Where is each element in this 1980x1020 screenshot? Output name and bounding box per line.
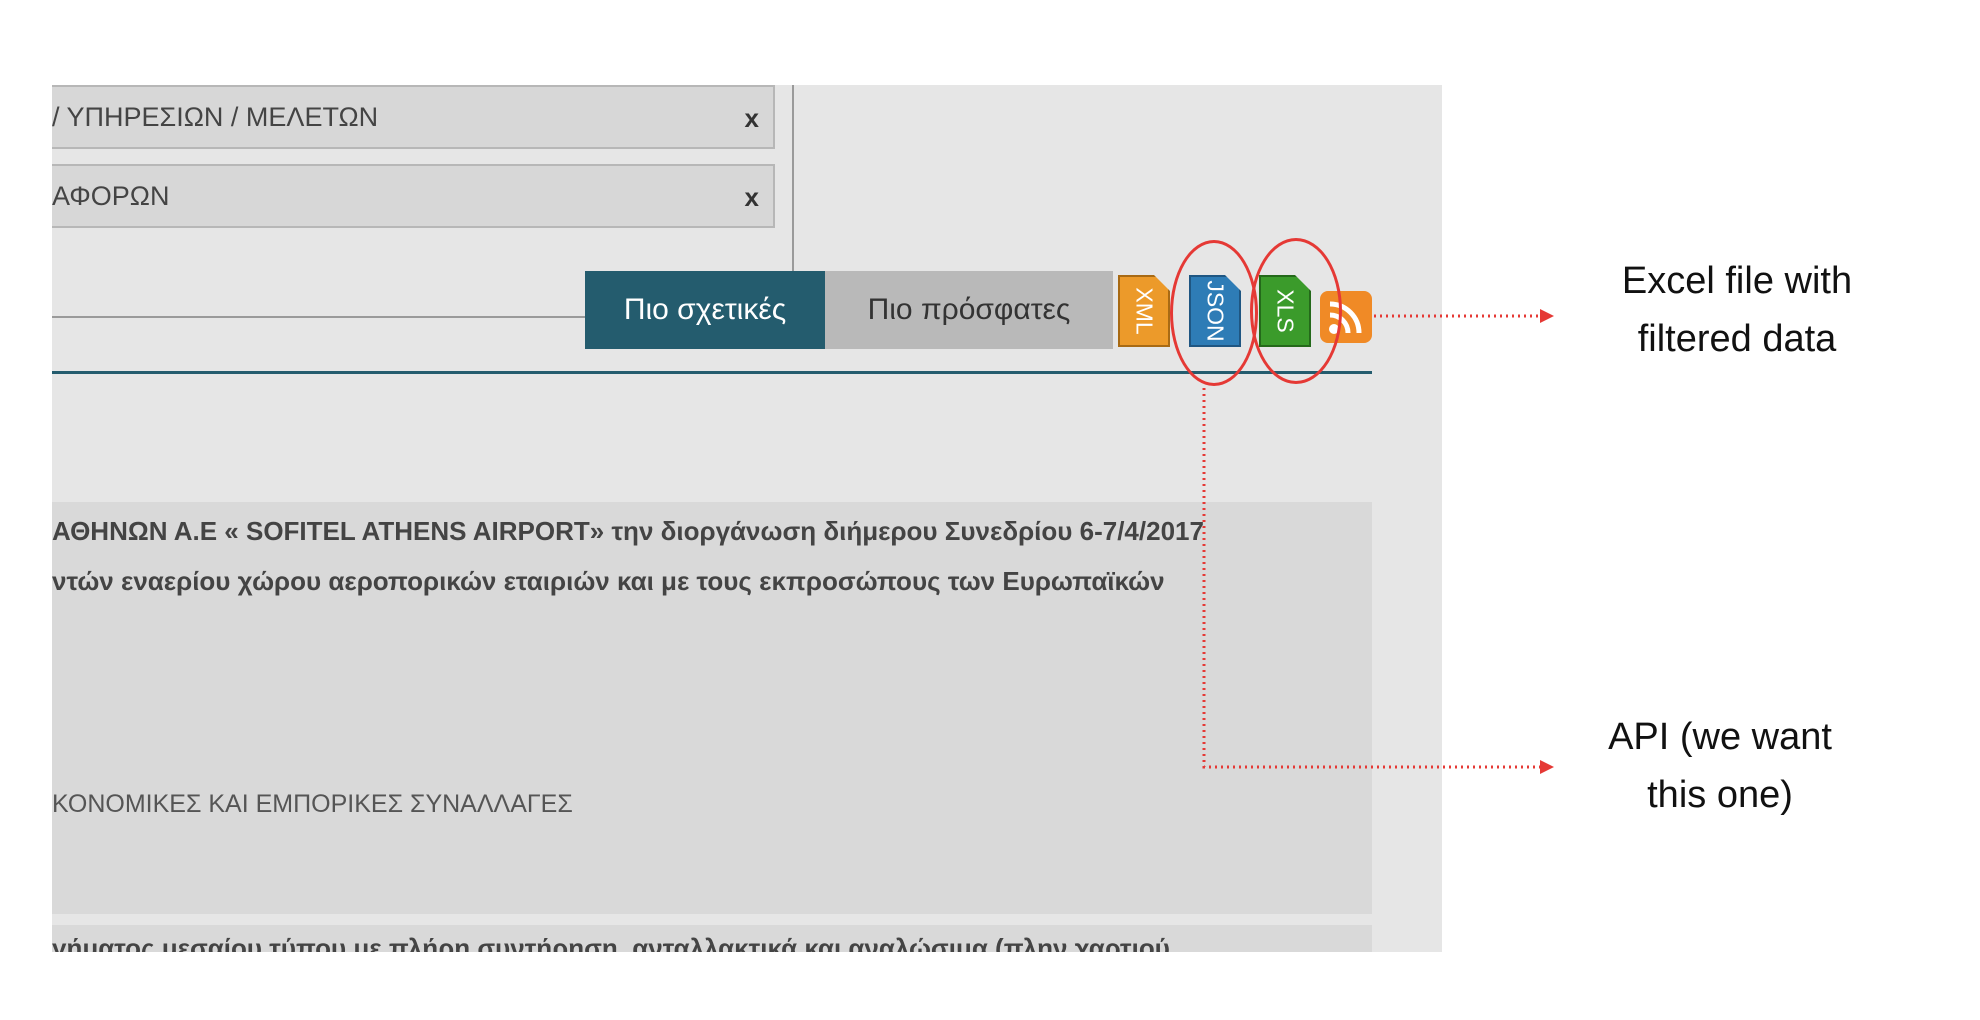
excel-annotation-line: Excel file with (1621, 260, 1853, 302)
result-title-line[interactable]: ΑΘΗΝΩΝ Α.Ε « SOFITEL ATHENS AIRPORT» την… (52, 516, 1204, 547)
result-title-line[interactable]: γήματος μεσαίου τύπου με πλήρη συντήρηση… (52, 933, 1170, 952)
tab-most-relevant[interactable]: Πιο σχετικές (585, 271, 825, 349)
remove-filter-button[interactable]: x (745, 87, 759, 149)
result-item: γήματος μεσαίου τύπου με πλήρη συντήρηση… (52, 925, 1372, 952)
xml-export-icon[interactable]: XML (1118, 275, 1170, 347)
remove-filter-button[interactable]: x (745, 166, 759, 228)
json-highlight-circle (1170, 240, 1258, 386)
excel-annotation: Excel file with filtered data (1622, 252, 1852, 368)
result-category: ΚΟΝΟΜΙΚΕΣ ΚΑΙ ΕΜΠΟΡΙΚΕΣ ΣΥΝΑΛΛΑΓΕΣ (52, 790, 573, 818)
section-divider (52, 371, 1372, 374)
excel-arrow-head (1540, 309, 1554, 323)
result-title-line[interactable]: ντών εναερίου χώρου αεροπορικών εταιριών… (52, 566, 1165, 597)
filter-chip-label: ΑΦΟΡΩΝ (52, 181, 170, 211)
api-arrow-head (1540, 760, 1554, 774)
api-annotation: API (we want this one) (1608, 708, 1832, 824)
screenshot-area: / ΥΠΗΡΕΣΙΩΝ / ΜΕΛΕΤΩΝ x ΑΦΟΡΩΝ x Πιο σχε… (52, 85, 1442, 952)
api-annotation-line: API (we want (1608, 716, 1832, 758)
filter-chip: ΑΦΟΡΩΝ x (52, 164, 775, 228)
api-annotation-line: this one) (1647, 774, 1793, 816)
tab-most-recent[interactable]: Πιο πρόσφατες (825, 271, 1113, 349)
excel-annotation-line: filtered data (1637, 318, 1837, 360)
xls-highlight-circle (1250, 238, 1342, 384)
filter-chip-label: / ΥΠΗΡΕΣΙΩΝ / ΜΕΛΕΤΩΝ (52, 102, 379, 132)
filter-chip: / ΥΠΗΡΕΣΙΩΝ / ΜΕΛΕΤΩΝ x (52, 85, 775, 149)
result-item: ΑΘΗΝΩΝ Α.Ε « SOFITEL ATHENS AIRPORT» την… (52, 502, 1372, 914)
xml-label: XML (1131, 287, 1158, 335)
